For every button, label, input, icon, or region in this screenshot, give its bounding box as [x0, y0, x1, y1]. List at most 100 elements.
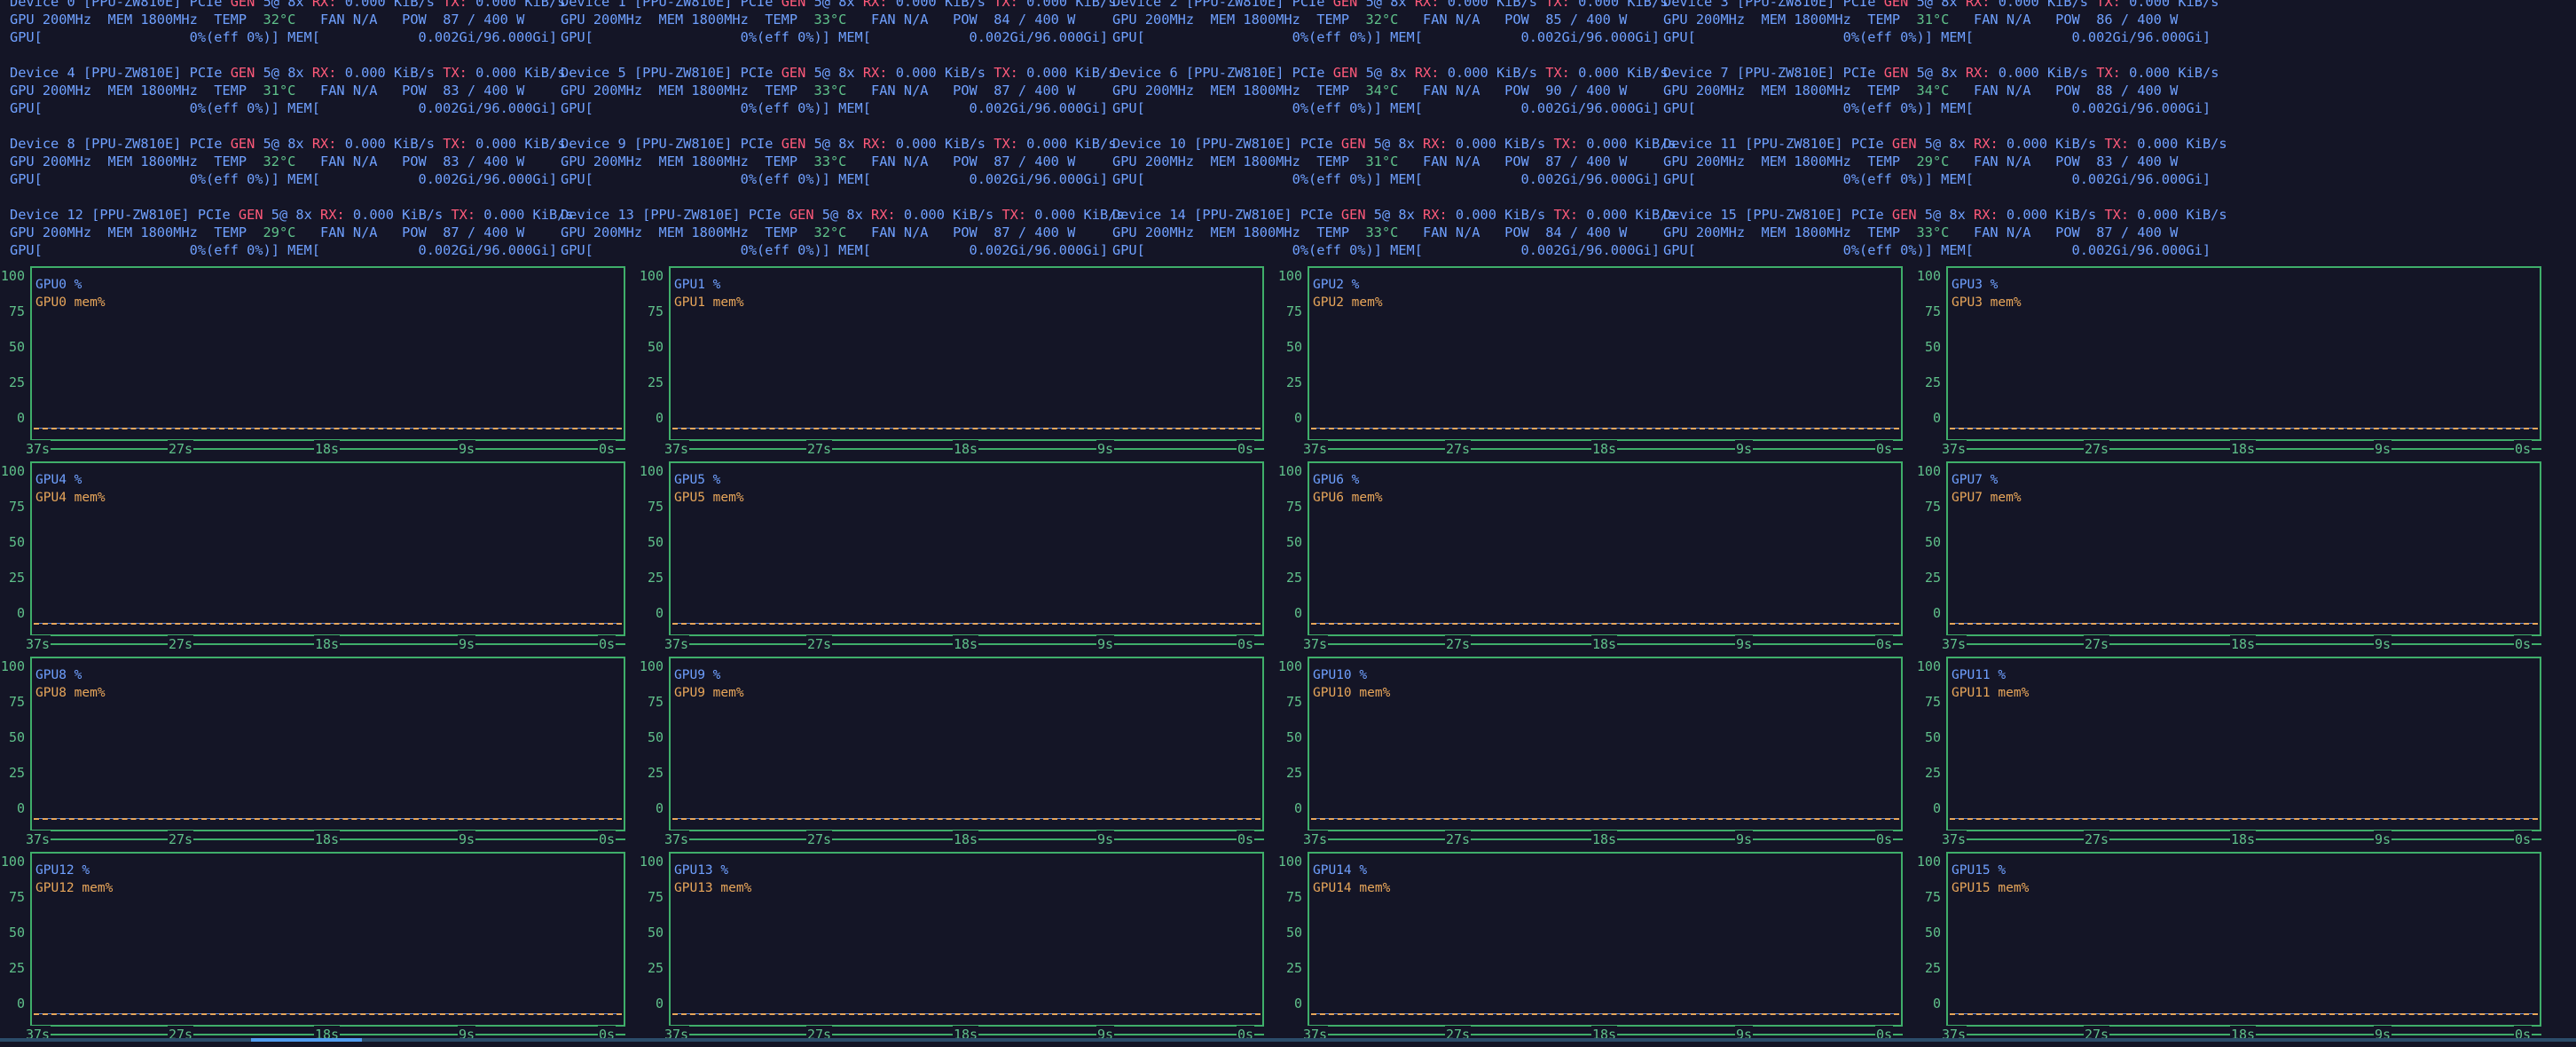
- y-tick-label: 25: [1285, 960, 1302, 976]
- mem-usage-bar: MEM[ 0.002Gi/96.000Gi]: [1941, 100, 2211, 116]
- mem-usage-bar: MEM[ 0.002Gi/96.000Gi]: [838, 29, 1109, 45]
- y-tick-label: 100: [1916, 854, 1941, 870]
- chart-frame: GPU4 % GPU4 mem%: [30, 461, 625, 636]
- chart-frame: GPU12 % GPU12 mem%: [30, 852, 625, 1027]
- pcie-link: 5@ 8x: [813, 65, 855, 81]
- pow-value: 87 / 400 W: [993, 224, 1076, 240]
- fan-value: FAN N/A: [320, 154, 378, 169]
- y-axis: 100 75 50 25 0: [639, 657, 667, 834]
- x-tick-label: 9s: [1735, 635, 1754, 653]
- x-tick-label: 0s: [598, 635, 617, 653]
- x-tick-label: 9s: [2374, 831, 2392, 848]
- temp-value: 29°C: [263, 224, 296, 240]
- util-legend: GPU13 %: [674, 863, 729, 878]
- fan-value: FAN N/A: [320, 83, 378, 98]
- mem-series-line: [1950, 818, 2538, 820]
- util-legend: GPU14 %: [1313, 863, 1368, 878]
- chart-frame: GPU15 % GPU15 mem%: [1946, 852, 2541, 1027]
- chart-frame: GPU3 % GPU3 mem%: [1946, 266, 2541, 441]
- rx-label: RX:: [311, 136, 337, 152]
- y-tick-label: 50: [1285, 925, 1302, 941]
- temp-label: TEMP: [1867, 154, 1901, 169]
- mem-legend: GPU14 mem%: [1313, 881, 1391, 895]
- x-tick-label: 18s: [953, 635, 979, 653]
- fan-value: FAN N/A: [1974, 12, 2031, 28]
- device-block: Device 1 [PPU-ZW810E] PCIe GEN 5@ 8x RX:…: [551, 0, 1116, 46]
- x-tick-label: 27s: [168, 831, 194, 848]
- device-model: [PPU-ZW810E]: [633, 0, 733, 10]
- temp-value: 33°C: [813, 83, 847, 98]
- mem-legend: GPU12 mem%: [35, 881, 114, 895]
- gpu-util-bar: GPU[ 0%(eff 0%)]: [1663, 242, 1933, 258]
- x-tick-label: 0s: [2514, 831, 2533, 848]
- mem-series-line: [1950, 1013, 2538, 1015]
- rx-value: 0.000 KiB/s: [895, 136, 986, 152]
- device-block: Device 3 [PPU-ZW810E] PCIe GEN 5@ 8x RX:…: [1653, 0, 2219, 46]
- gpu-util-bar: GPU[ 0%(eff 0%)]: [561, 242, 830, 258]
- pcie-link: 5@ 8x: [1924, 207, 1966, 223]
- pow-label: POW: [402, 12, 427, 28]
- y-axis: 100 75 50 25 0: [1916, 852, 1944, 1029]
- mem-legend: GPU1 mem%: [674, 295, 744, 310]
- gen-label: GEN: [1891, 207, 1917, 223]
- device-model: [PPU-ZW810E]: [633, 65, 733, 81]
- device-model: [PPU-ZW810E]: [1745, 207, 1843, 223]
- device-usage-line: GPU[ 0%(eff 0%)] MEM[ 0.002Gi/96.000Gi]: [10, 170, 557, 188]
- x-tick-label: 18s: [1591, 635, 1618, 653]
- x-tick-label: 9s: [1096, 440, 1115, 458]
- device-usage-line: GPU[ 0%(eff 0%)] MEM[ 0.002Gi/96.000Gi]: [10, 241, 557, 259]
- y-tick-label: 75: [1924, 499, 1941, 515]
- y-tick-label: 75: [647, 303, 664, 319]
- device-block: Device 0 [PPU-ZW810E] PCIe GEN 5@ 8x RX:…: [0, 0, 565, 46]
- rx-value: 0.000 KiB/s: [344, 136, 436, 152]
- x-tick-label: 9s: [2374, 635, 2392, 653]
- pow-label: POW: [402, 224, 427, 240]
- y-tick-label: 50: [8, 339, 25, 355]
- device-block: Device 14 [PPU-ZW810E] PCIe GEN 5@ 8x RX…: [1103, 206, 1677, 259]
- mem-legend: GPU5 mem%: [674, 491, 744, 505]
- gpu-clock: GPU 200MHz: [10, 83, 92, 98]
- x-tick-label: 27s: [2084, 440, 2110, 458]
- device-usage-line: GPU[ 0%(eff 0%)] MEM[ 0.002Gi/96.000Gi]: [1112, 99, 1660, 117]
- x-tick-label: 18s: [1591, 831, 1618, 848]
- pow-value: 87 / 400 W: [2096, 224, 2179, 240]
- device-label: Device 4: [10, 65, 75, 81]
- device-header-line: Device 9 [PPU-ZW810E] PCIe GEN 5@ 8x RX:…: [561, 135, 1116, 153]
- gpu-util-bar: GPU[ 0%(eff 0%)]: [1663, 100, 1933, 116]
- device-label: Device 14: [1112, 207, 1186, 223]
- pcie-label: PCIe: [740, 65, 774, 81]
- device-usage-line: GPU[ 0%(eff 0%)] MEM[ 0.002Gi/96.000Gi]: [10, 28, 557, 46]
- mem-series-line: [672, 623, 1261, 625]
- fan-value: FAN N/A: [1974, 83, 2031, 98]
- x-tick-label: 27s: [1445, 635, 1472, 653]
- temp-label: TEMP: [214, 83, 247, 98]
- gpu-chart-panel: 100 75 50 25 0 GPU0 % GPU0 mem% 37s 27s 18s 9s 0s: [0, 266, 639, 461]
- device-usage-line: GPU[ 0%(eff 0%)] MEM[ 0.002Gi/96.000Gi]: [561, 170, 1108, 188]
- y-tick-label: 75: [1285, 694, 1302, 710]
- x-tick-label: 27s: [806, 440, 833, 458]
- y-tick-label: 50: [647, 925, 664, 941]
- y-axis: 100 75 50 25 0: [1277, 266, 1306, 444]
- pow-label: POW: [2055, 154, 2080, 169]
- pcie-label: PCIe: [1842, 0, 1876, 10]
- device-header-line: Device 5 [PPU-ZW810E] PCIe GEN 5@ 8x RX:…: [561, 64, 1116, 82]
- x-tick-label: 27s: [806, 635, 833, 653]
- mem-legend: GPU15 mem%: [1952, 881, 2030, 895]
- mem-usage-bar: MEM[ 0.002Gi/96.000Gi]: [287, 171, 558, 187]
- rx-value: 0.000 KiB/s: [903, 207, 994, 223]
- y-tick-label: 0: [1293, 800, 1302, 816]
- x-axis: 37s 27s 18s 9s 0s: [1302, 635, 1903, 653]
- y-tick-label: 75: [1924, 889, 1941, 905]
- x-tick-label: 0s: [1875, 635, 1894, 653]
- device-clock-line: GPU 200MHz MEM 1800MHz TEMP 34°C FAN N/A…: [1112, 82, 1627, 99]
- y-tick-label: 75: [8, 499, 25, 515]
- x-tick-label: 0s: [1237, 831, 1255, 848]
- device-clock-line: GPU 200MHz MEM 1800MHz TEMP 33°C FAN N/A…: [561, 153, 1075, 170]
- pow-label: POW: [402, 154, 427, 169]
- mem-series-line: [672, 818, 1261, 820]
- pow-value: 87 / 400 W: [1545, 154, 1628, 169]
- y-tick-label: 25: [8, 960, 25, 976]
- y-tick-label: 75: [1285, 889, 1302, 905]
- device-clock-line: GPU 200MHz MEM 1800MHz TEMP 32°C FAN N/A…: [1112, 11, 1627, 28]
- rx-label: RX:: [1965, 0, 1991, 10]
